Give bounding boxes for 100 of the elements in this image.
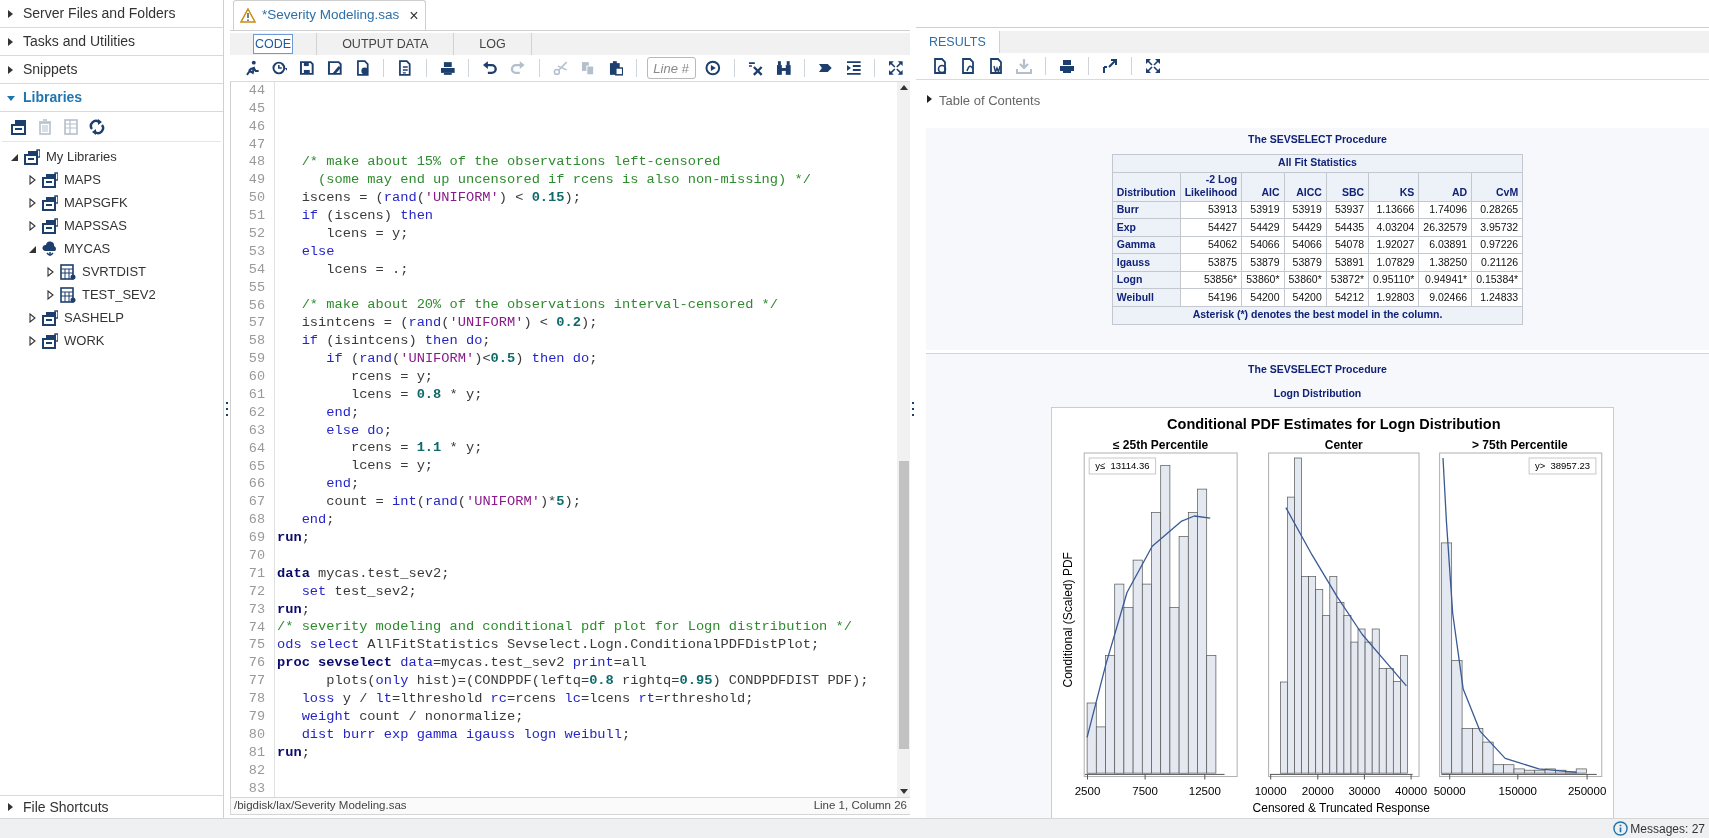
expand-triangle-icon[interactable]	[28, 312, 38, 323]
line-number: 55	[248, 278, 265, 297]
results-tab[interactable]: RESULTS	[916, 31, 1000, 53]
fullscreen-icon[interactable]	[888, 60, 904, 76]
scrollbar-thumb[interactable]	[898, 461, 909, 749]
format-icon[interactable]	[845, 60, 862, 76]
code-line: if (iscens) then	[300, 206, 434, 225]
clear-icon[interactable]	[747, 60, 764, 76]
print-icon[interactable]	[439, 60, 456, 76]
tree-item[interactable]: MYCAS	[64, 238, 111, 259]
file-tab[interactable]: *Severity Modeling.sas ×	[233, 0, 426, 30]
cas-library-icon[interactable]	[42, 240, 58, 257]
section-header[interactable]: Libraries	[23, 87, 83, 108]
expand-triangle-icon[interactable]	[28, 220, 38, 231]
tree-item[interactable]: SASHELP	[64, 307, 124, 328]
warning-icon	[240, 8, 256, 23]
line-number: 64	[248, 439, 265, 458]
tree-item[interactable]: MAPS	[64, 169, 101, 190]
tick-label: 10000	[1254, 784, 1287, 797]
tab-title: *Severity Modeling.sas	[262, 6, 400, 25]
code-line: lcens = y;	[349, 457, 434, 476]
code-line: lcens = 0.8 * y;	[349, 385, 483, 404]
tree-item[interactable]: MAPSSAS	[64, 215, 127, 236]
expand-triangle-icon[interactable]	[926, 94, 934, 104]
view-tab[interactable]: LOG	[478, 34, 507, 54]
messages-count[interactable]: Messages: 27	[1630, 819, 1705, 838]
fullscreen-icon[interactable]	[1145, 58, 1161, 74]
line-number: 82	[248, 761, 265, 780]
play-circle-icon[interactable]	[705, 60, 721, 76]
binoculars-icon[interactable]	[775, 60, 792, 76]
tick-label: 40000	[1395, 784, 1428, 797]
code-line: count = int(rand('UNIFORM')*5);	[325, 493, 581, 512]
pdf-document-icon[interactable]	[960, 58, 976, 74]
expand-arrow-icon[interactable]	[1102, 58, 1118, 74]
tree-item[interactable]: SVRTDIST	[82, 261, 147, 282]
scroll-down-icon[interactable]	[899, 789, 908, 795]
line-number: 66	[248, 475, 265, 494]
splitter-grip-icon[interactable]	[911, 402, 915, 416]
line-number: 60	[248, 368, 265, 387]
library-icon[interactable]	[42, 332, 58, 349]
procedure-title: The SEVSELECT Procedure	[1248, 362, 1387, 377]
library-icon[interactable]	[42, 171, 58, 188]
code-line: loss y / lt=lthreshold rc=rcens lc=lcens rt=rthreshold;	[300, 689, 754, 708]
view-tab[interactable]: CODE	[254, 34, 293, 54]
history-icon[interactable]	[271, 60, 288, 76]
document-icon[interactable]	[397, 60, 413, 76]
refresh-icon[interactable]	[89, 118, 105, 135]
library-icon[interactable]	[42, 194, 58, 211]
axis-title: Conditional (Scaled) PDF	[1061, 551, 1076, 687]
tree-item[interactable]: My Libraries	[46, 146, 117, 167]
line-number: 75	[248, 636, 265, 655]
print-icon[interactable]	[1059, 58, 1075, 74]
save-document-icon[interactable]	[354, 60, 371, 76]
toc-link[interactable]: Table of Contents	[939, 91, 1041, 111]
save-icon[interactable]	[299, 60, 315, 76]
line-number: 44	[248, 82, 265, 100]
scroll-up-icon[interactable]	[899, 84, 908, 90]
cursor-position: Line 1, Column 26	[813, 798, 907, 814]
document-icon[interactable]	[932, 58, 948, 74]
tree-item[interactable]: WORK	[64, 330, 105, 351]
view-tab[interactable]: OUTPUT DATA	[341, 34, 430, 54]
expand-triangle-icon[interactable]	[28, 335, 38, 346]
code-line: else do;	[325, 421, 392, 440]
section-header[interactable]: File Shortcuts	[23, 796, 109, 818]
line-number: 80	[248, 725, 265, 744]
tick-label: 150000	[1498, 784, 1537, 797]
running-figure-icon[interactable]	[244, 60, 260, 76]
expand-triangle-icon[interactable]	[28, 197, 38, 208]
section-header[interactable]: Snippets	[23, 59, 78, 80]
undo-icon[interactable]	[482, 60, 498, 76]
library-icon[interactable]	[11, 118, 27, 135]
paste-icon[interactable]	[607, 60, 624, 76]
line-number: 65	[248, 457, 265, 476]
tree-item[interactable]: TEST_SEV2	[82, 284, 156, 305]
library-icon[interactable]	[42, 309, 58, 326]
expand-triangle-icon[interactable]	[46, 289, 56, 300]
column-header: Distribution	[1112, 172, 1181, 202]
code-line: isintcens = (rand('UNIFORM') < 0.2);	[300, 314, 598, 333]
table-icon[interactable]	[60, 263, 76, 280]
word-document-icon[interactable]	[988, 58, 1004, 74]
inset-label: y≤ 13114.36	[1088, 457, 1157, 474]
code-line: plots(only hist)=(CONDPDF(leftq=0.8 rightq=0.95) CONDPDFDIST PDF);	[325, 672, 869, 691]
expand-triangle-icon[interactable]	[46, 266, 56, 277]
info-icon[interactable]	[1613, 821, 1629, 836]
line-number: 53	[248, 242, 265, 261]
table-icon[interactable]	[60, 286, 76, 303]
save-as-icon[interactable]	[326, 60, 343, 76]
library-icon[interactable]	[42, 217, 58, 234]
section-header[interactable]: Server Files and Folders	[23, 3, 176, 24]
line-number-field[interactable]: Line #	[647, 57, 697, 79]
expand-triangle-icon[interactable]	[28, 174, 38, 185]
section-header[interactable]: Tasks and Utilities	[23, 31, 136, 52]
tree-item[interactable]: MAPSGFK	[64, 192, 128, 213]
code-line: iscens = (rand('UNIFORM') < 0.15);	[300, 189, 581, 207]
line-number: 52	[248, 224, 265, 243]
library-icon[interactable]	[24, 148, 40, 165]
close-tab-button[interactable]: ×	[409, 3, 419, 28]
splitter-grip-icon[interactable]	[225, 402, 229, 416]
scrollbar[interactable]	[897, 82, 910, 797]
line-number: 76	[248, 654, 265, 673]
